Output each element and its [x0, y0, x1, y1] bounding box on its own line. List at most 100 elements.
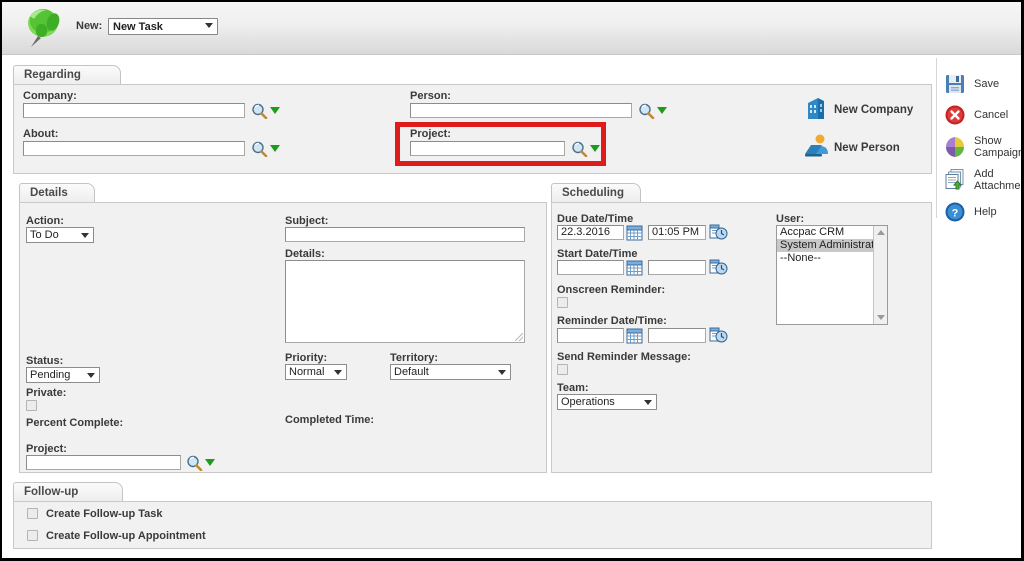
onscreen-reminder-checkbox[interactable] — [557, 297, 568, 308]
start-date-input[interactable] — [557, 260, 624, 275]
top-toolbar: New: New Task — [2, 2, 1021, 55]
tab-details[interactable]: Details — [19, 183, 95, 202]
action-label: Action: — [26, 215, 64, 227]
project-input[interactable] — [410, 141, 565, 156]
about-input[interactable] — [23, 141, 245, 156]
status-select[interactable]: Pending — [26, 367, 100, 383]
user-listbox-scrollbar[interactable] — [873, 226, 887, 324]
chevron-down-icon — [334, 370, 342, 375]
add-attachment-label: Add Attachment — [974, 168, 1021, 192]
details-project-lookup[interactable] — [186, 455, 216, 471]
company-dropdown-arrow-icon[interactable] — [270, 107, 280, 114]
new-person-label[interactable]: New Person — [834, 142, 900, 154]
chevron-down-icon — [498, 370, 506, 375]
new-company-icon[interactable] — [804, 95, 828, 121]
about-dropdown-arrow-icon[interactable] — [270, 145, 280, 152]
scroll-down-arrow-icon[interactable] — [877, 315, 885, 320]
user-listbox[interactable]: Accpac CRM System Administrator --None-- — [776, 225, 888, 325]
search-icon — [187, 455, 203, 471]
app-window: New: New Task Regarding Company: About: — [2, 2, 1021, 558]
person-input[interactable] — [410, 103, 632, 118]
company-lookup[interactable] — [251, 103, 281, 119]
tab-scheduling[interactable]: Scheduling — [551, 183, 641, 202]
user-option-1[interactable]: System Administrator — [777, 239, 887, 252]
regarding-panel: Company: About: Person: Project: New Com… — [13, 84, 932, 174]
team-value: Operations — [561, 396, 615, 408]
person-label: Person: — [410, 90, 451, 102]
details-project-input[interactable] — [26, 455, 181, 470]
reminder-date-calendar-button[interactable] — [626, 328, 643, 344]
due-date-input[interactable]: 22.3.2016 — [557, 225, 624, 240]
calendar-icon — [626, 328, 643, 344]
percent-complete-label: Percent Complete: — [26, 417, 124, 429]
user-option-0[interactable]: Accpac CRM — [777, 226, 887, 239]
details-project-dropdown-arrow-icon[interactable] — [205, 459, 215, 466]
start-date-calendar-button[interactable] — [626, 260, 643, 276]
due-date-calendar-button[interactable] — [626, 225, 643, 241]
search-icon — [572, 141, 588, 157]
due-time-clock-button[interactable] — [709, 224, 728, 240]
company-input[interactable] — [23, 103, 245, 118]
sidebar-divider — [936, 58, 937, 218]
resize-handle[interactable] — [515, 333, 523, 341]
create-followup-appointment-label[interactable]: Create Follow-up Appointment — [46, 530, 206, 542]
reminder-date-input[interactable] — [557, 328, 624, 343]
tab-details-label: Details — [30, 187, 68, 199]
calendar-icon — [626, 260, 643, 276]
project-label: Project: — [410, 128, 451, 140]
about-lookup[interactable] — [251, 141, 281, 157]
scroll-up-arrow-icon[interactable] — [877, 230, 885, 235]
clock-icon — [709, 224, 728, 240]
followup-panel: Create Follow-up Task Create Follow-up A… — [13, 501, 932, 549]
save-label: Save — [974, 78, 1000, 90]
action-select[interactable]: To Do — [26, 227, 94, 243]
details-project-label: Project: — [26, 443, 67, 455]
details-textarea[interactable] — [285, 260, 525, 343]
new-person-icon[interactable] — [804, 133, 830, 157]
attachment-icon — [945, 169, 964, 190]
details-textarea-label: Details: — [285, 248, 325, 260]
territory-label: Territory: — [390, 352, 439, 364]
person-dropdown-arrow-icon[interactable] — [657, 107, 667, 114]
tab-followup[interactable]: Follow-up — [13, 482, 123, 501]
svg-text:?: ? — [952, 208, 959, 220]
create-followup-task-checkbox[interactable] — [27, 508, 38, 519]
save-button[interactable]: Save — [944, 72, 1021, 96]
priority-select[interactable]: Normal — [285, 364, 347, 380]
start-time-clock-button[interactable] — [709, 259, 728, 275]
reminder-time-clock-button[interactable] — [709, 327, 728, 343]
onscreen-reminder-label: Onscreen Reminder: — [557, 284, 666, 296]
green-pushpin-icon — [28, 9, 60, 47]
subject-input[interactable] — [285, 227, 525, 242]
person-lookup[interactable] — [638, 103, 668, 119]
private-label: Private: — [26, 387, 67, 399]
reminder-time-input[interactable] — [648, 328, 706, 343]
team-select[interactable]: Operations — [557, 394, 657, 410]
territory-select[interactable]: Default — [390, 364, 511, 380]
project-dropdown-arrow-icon[interactable] — [590, 145, 600, 152]
search-icon — [639, 103, 655, 119]
new-company-label[interactable]: New Company — [834, 104, 913, 116]
chevron-down-icon — [87, 373, 95, 378]
tab-regarding[interactable]: Regarding — [13, 65, 121, 84]
scheduling-panel: Due Date/Time 22.3.2016 01:05 PM Start D… — [551, 202, 932, 473]
start-time-input[interactable] — [648, 260, 706, 275]
add-attachment-button[interactable]: Add Attachment — [944, 167, 1021, 195]
help-label: Help — [974, 206, 997, 218]
new-type-value: New Task — [113, 21, 163, 33]
private-checkbox[interactable] — [26, 400, 37, 411]
reminder-datetime-label: Reminder Date/Time: — [557, 315, 667, 327]
new-type-select[interactable]: New Task — [108, 18, 218, 35]
help-icon: ? — [945, 202, 965, 222]
user-option-2[interactable]: --None-- — [777, 252, 887, 265]
create-followup-task-label[interactable]: Create Follow-up Task — [46, 508, 163, 520]
create-followup-appointment-checkbox[interactable] — [27, 530, 38, 541]
team-label: Team: — [557, 382, 589, 394]
show-campaigns-button[interactable]: Show Campaigns — [944, 134, 1021, 162]
due-time-input[interactable]: 01:05 PM — [648, 225, 706, 240]
help-button[interactable]: ? Help — [944, 200, 1021, 224]
new-label: New: — [76, 20, 103, 32]
project-lookup[interactable] — [571, 141, 601, 157]
send-reminder-checkbox[interactable] — [557, 364, 568, 375]
cancel-button[interactable]: Cancel — [944, 103, 1021, 127]
